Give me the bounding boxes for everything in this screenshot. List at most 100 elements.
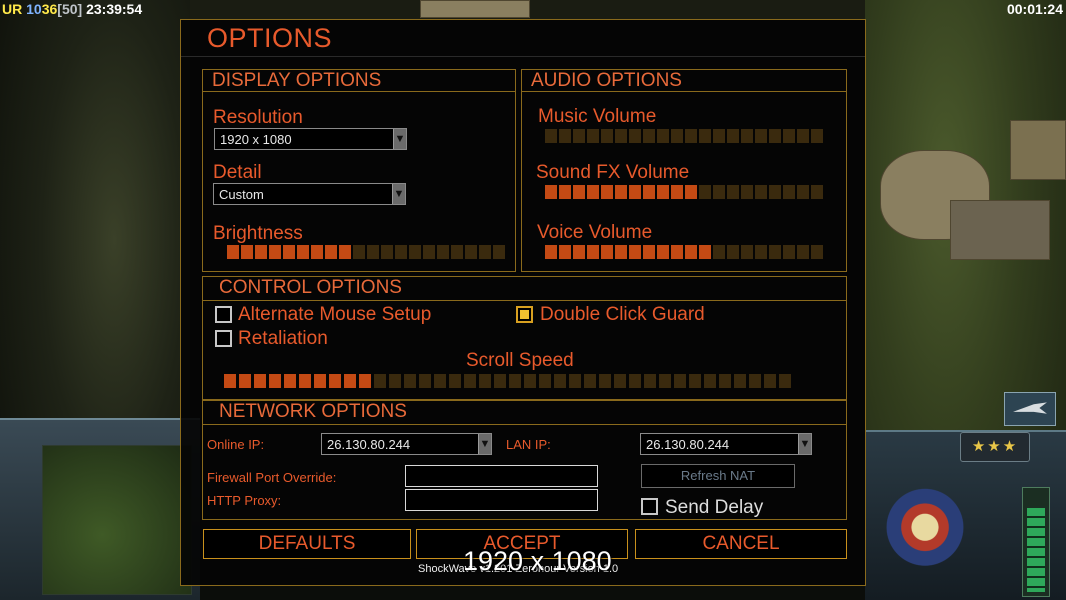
slider-segment[interactable] [685,245,697,259]
slider-segment[interactable] [451,245,463,259]
slider-segment[interactable] [755,185,767,199]
slider-segment[interactable] [615,245,627,259]
send-delay-label[interactable]: Send Delay [665,497,763,519]
slider-segment[interactable] [587,245,599,259]
retaliation-label[interactable]: Retaliation [238,328,328,350]
slider-segment[interactable] [601,245,613,259]
slider-segment[interactable] [741,185,753,199]
slider-segment[interactable] [494,374,506,388]
chevron-down-icon[interactable]: ▼ [393,129,406,149]
slider-segment[interactable] [699,245,711,259]
chevron-down-icon[interactable]: ▼ [798,434,811,454]
retaliation-checkbox[interactable] [215,330,232,347]
slider-segment[interactable] [734,374,746,388]
slider-segment[interactable] [559,185,571,199]
slider-segment[interactable] [671,245,683,259]
slider-segment[interactable] [573,129,585,143]
resolution-dropdown[interactable]: 1920 x 1080 ▼ [214,128,407,150]
slider-segment[interactable] [615,185,627,199]
slider-segment[interactable] [674,374,686,388]
slider-segment[interactable] [727,245,739,259]
double-click-guard-checkbox[interactable] [516,306,533,323]
slider-segment[interactable] [629,129,641,143]
slider-segment[interactable] [224,374,236,388]
slider-segment[interactable] [713,185,725,199]
slider-segment[interactable] [284,374,296,388]
slider-segment[interactable] [587,185,599,199]
slider-segment[interactable] [569,374,581,388]
slider-segment[interactable] [389,374,401,388]
slider-segment[interactable] [584,374,596,388]
slider-segment[interactable] [769,245,781,259]
slider-segment[interactable] [797,245,809,259]
slider-segment[interactable] [689,374,701,388]
slider-segment[interactable] [713,245,725,259]
slider-segment[interactable] [404,374,416,388]
slider-segment[interactable] [395,245,407,259]
slider-segment[interactable] [615,129,627,143]
slider-segment[interactable] [299,374,311,388]
slider-segment[interactable] [255,245,267,259]
slider-segment[interactable] [545,245,557,259]
slider-segment[interactable] [659,374,671,388]
slider-segment[interactable] [671,129,683,143]
refresh-nat-button[interactable]: Refresh NAT [641,464,795,488]
slider-segment[interactable] [755,245,767,259]
slider-segment[interactable] [314,374,326,388]
slider-segment[interactable] [704,374,716,388]
cancel-button[interactable]: CANCEL [635,529,847,559]
alternate-mouse-checkbox[interactable] [215,306,232,323]
brightness-slider[interactable] [227,245,505,259]
slider-segment[interactable] [741,129,753,143]
slider-segment[interactable] [449,374,461,388]
slider-segment[interactable] [465,245,477,259]
chevron-down-icon[interactable]: ▼ [392,184,405,204]
slider-segment[interactable] [297,245,309,259]
slider-segment[interactable] [797,185,809,199]
detail-dropdown[interactable]: Custom ▼ [213,183,406,205]
http-proxy-input[interactable] [405,489,598,511]
slider-segment[interactable] [359,374,371,388]
slider-segment[interactable] [325,245,337,259]
slider-segment[interactable] [559,245,571,259]
slider-segment[interactable] [741,245,753,259]
slider-segment[interactable] [657,245,669,259]
slider-segment[interactable] [699,185,711,199]
slider-segment[interactable] [381,245,393,259]
chevron-down-icon[interactable]: ▼ [478,434,491,454]
slider-segment[interactable] [479,374,491,388]
slider-segment[interactable] [464,374,476,388]
slider-segment[interactable] [779,374,791,388]
slider-segment[interactable] [587,129,599,143]
slider-segment[interactable] [811,185,823,199]
voice-volume-slider[interactable] [545,245,823,259]
slider-segment[interactable] [713,129,725,143]
slider-segment[interactable] [509,374,521,388]
online-ip-dropdown[interactable]: 26.130.80.244 ▼ [321,433,492,455]
slider-segment[interactable] [614,374,626,388]
slider-segment[interactable] [629,374,641,388]
slider-segment[interactable] [254,374,266,388]
slider-segment[interactable] [599,374,611,388]
slider-segment[interactable] [573,185,585,199]
slider-segment[interactable] [269,374,281,388]
slider-segment[interactable] [329,374,341,388]
slider-segment[interactable] [539,374,551,388]
slider-segment[interactable] [559,129,571,143]
slider-segment[interactable] [643,245,655,259]
slider-segment[interactable] [311,245,323,259]
slider-segment[interactable] [699,129,711,143]
slider-segment[interactable] [227,245,239,259]
slider-segment[interactable] [719,374,731,388]
jet-unit-icon[interactable] [1004,392,1056,426]
slider-segment[interactable] [769,185,781,199]
slider-segment[interactable] [629,245,641,259]
scroll-speed-slider[interactable] [224,374,791,388]
slider-segment[interactable] [749,374,761,388]
minimap[interactable] [42,445,192,595]
slider-segment[interactable] [269,245,281,259]
send-delay-checkbox[interactable] [641,498,658,515]
defaults-button[interactable]: DEFAULTS [203,529,411,559]
slider-segment[interactable] [727,185,739,199]
lan-ip-dropdown[interactable]: 26.130.80.244 ▼ [640,433,812,455]
